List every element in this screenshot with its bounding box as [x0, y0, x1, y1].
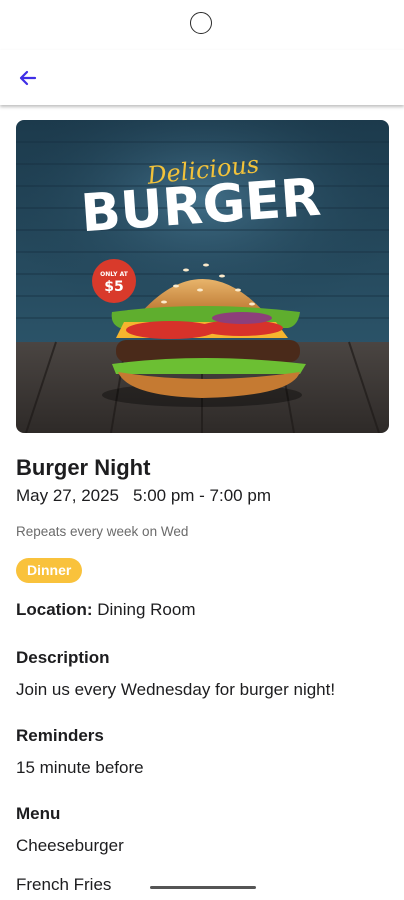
camera-cutout	[190, 12, 212, 34]
app-bar	[0, 50, 404, 105]
category-badge: Dinner	[16, 558, 83, 583]
back-button[interactable]	[14, 64, 42, 92]
description-text: Join us every Wednesday for burger night…	[16, 680, 336, 699]
event-image: Delicious BURGER ONLY AT $5	[16, 120, 389, 433]
image-price-text: $5	[104, 279, 123, 295]
arrow-left-icon	[19, 70, 37, 86]
menu-heading: Menu	[16, 804, 61, 823]
status-bar	[0, 0, 404, 50]
event-date: May 27, 2025	[16, 486, 120, 505]
home-indicator[interactable]	[150, 886, 256, 889]
menu-item: French Fries	[16, 875, 112, 894]
description-heading: Description	[16, 648, 110, 667]
event-time: 5:00 pm - 7:00 pm	[133, 486, 271, 505]
event-repeat-text: Repeats every week on Wed	[16, 524, 189, 539]
reminders-heading: Reminders	[16, 726, 104, 745]
reminder-text: 15 minute before	[16, 758, 144, 777]
menu-item: Cheeseburger	[16, 836, 124, 855]
event-datetime: May 27, 2025 5:00 pm - 7:00 pm	[16, 486, 271, 506]
image-price-small-text: ONLY AT	[100, 271, 129, 278]
event-location: Location: Dining Room	[16, 600, 196, 620]
location-value: Dining Room	[97, 600, 196, 619]
location-label: Location:	[16, 600, 93, 619]
event-title: Burger Night	[16, 455, 151, 480]
